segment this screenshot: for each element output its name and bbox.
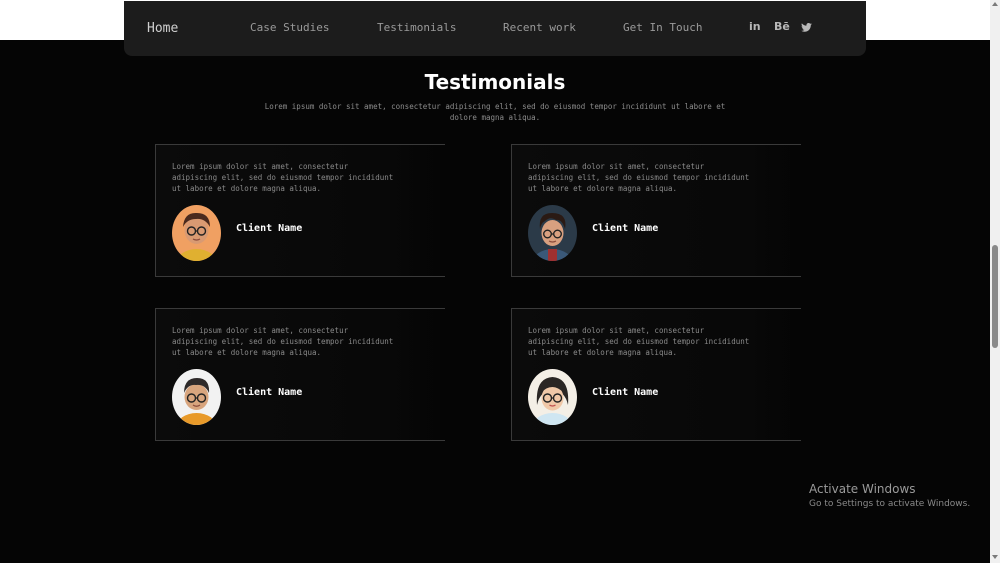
- client-name: Client Name: [592, 387, 659, 398]
- avatar-illustration: [528, 205, 577, 261]
- scroll-down-arrow-icon[interactable]: [992, 555, 998, 559]
- activate-windows-watermark: Activate Windows Go to Settings to activ…: [809, 482, 970, 509]
- testimonial-text: Lorem ipsum dolor sit amet, consectetur …: [172, 162, 394, 193]
- testimonial-card: Lorem ipsum dolor sit amet, consectetur …: [155, 144, 445, 277]
- navbar: Home Case Studies Testimonials Recent wo…: [124, 1, 866, 56]
- twitter-bird-glyph: [801, 23, 812, 32]
- nav-home-link[interactable]: Home: [147, 21, 178, 36]
- avatar-illustration: [172, 205, 221, 261]
- section-title: Testimonials: [424, 70, 566, 94]
- nav-recent-work-link[interactable]: Recent work: [503, 21, 576, 34]
- avatar-illustration: [528, 369, 577, 425]
- testimonial-text: Lorem ipsum dolor sit amet, consectetur …: [528, 326, 750, 357]
- scrollbar-thumb[interactable]: [992, 245, 998, 348]
- scroll-up-arrow-icon[interactable]: [992, 2, 998, 6]
- testimonial-text: Lorem ipsum dolor sit amet, consectetur …: [528, 162, 750, 193]
- client-avatar: [528, 369, 577, 425]
- client-avatar: [528, 205, 577, 261]
- activate-windows-title: Activate Windows: [809, 482, 916, 496]
- behance-icon[interactable]: Bē: [774, 20, 790, 33]
- testimonial-card: Lorem ipsum dolor sit amet, consectetur …: [511, 308, 801, 441]
- nav-testimonials-link[interactable]: Testimonials: [377, 21, 456, 34]
- nav-get-in-touch-link[interactable]: Get In Touch: [623, 21, 702, 34]
- client-name: Client Name: [236, 223, 303, 234]
- testimonial-card: Lorem ipsum dolor sit amet, consectetur …: [511, 144, 801, 277]
- linkedin-icon[interactable]: in: [749, 20, 761, 33]
- client-avatar: [172, 205, 221, 261]
- avatar-illustration: [172, 369, 221, 425]
- page-scrollbar[interactable]: [990, 0, 1000, 563]
- client-avatar: [172, 369, 221, 425]
- testimonial-text: Lorem ipsum dolor sit amet, consectetur …: [172, 326, 394, 357]
- client-name: Client Name: [592, 223, 659, 234]
- testimonial-card: Lorem ipsum dolor sit amet, consectetur …: [155, 308, 445, 441]
- activate-windows-subtitle: Go to Settings to activate Windows.: [809, 499, 971, 509]
- twitter-icon[interactable]: [801, 22, 812, 35]
- nav-case-studies-link[interactable]: Case Studies: [250, 21, 329, 34]
- section-subtitle: Lorem ipsum dolor sit amet, consectetur …: [264, 102, 726, 122]
- client-name: Client Name: [236, 387, 303, 398]
